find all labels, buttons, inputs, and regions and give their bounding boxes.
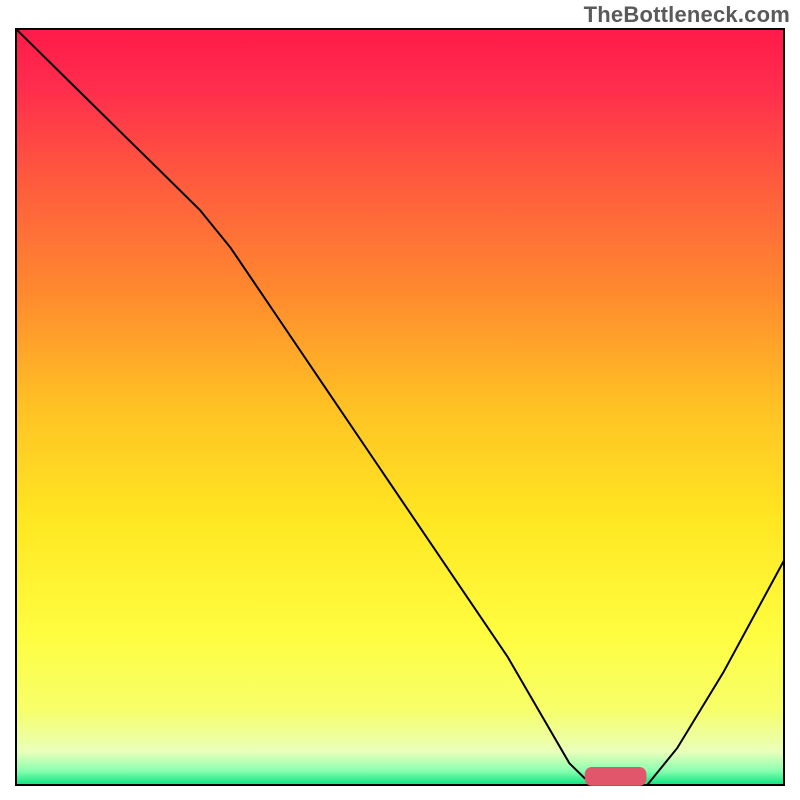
optimal-range-marker [585, 767, 647, 786]
watermark-text: TheBottleneck.com [584, 2, 790, 28]
chart-container: TheBottleneck.com [0, 0, 800, 800]
bottleneck-chart [15, 28, 785, 786]
